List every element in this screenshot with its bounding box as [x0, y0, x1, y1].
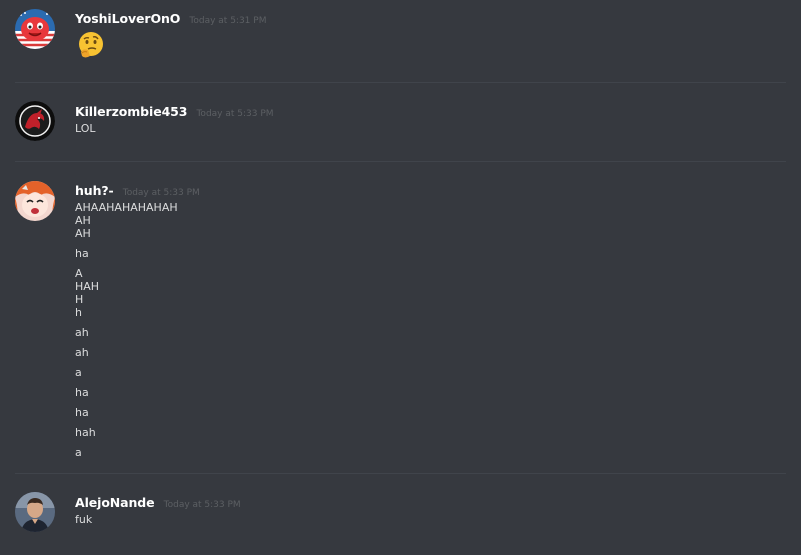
chat-messages-pane: YoshiLoverOnO Today at 5:31 PM Killerzom…: [0, 0, 801, 555]
red-blob-avatar-icon[interactable]: [15, 9, 55, 49]
message-header: huh?- Today at 5:33 PM: [75, 182, 200, 201]
message-header: YoshiLoverOnO Today at 5:31 PM: [75, 10, 266, 29]
message-line: ah: [75, 326, 89, 339]
message-line: a: [75, 366, 82, 379]
message-line: h: [75, 306, 82, 319]
message-line: ha: [75, 406, 89, 419]
message-line: LOL: [75, 122, 96, 135]
message-divider: [15, 161, 786, 162]
anime-girl-avatar-icon[interactable]: [15, 181, 55, 221]
thinking-face-emoji-icon: [76, 30, 106, 60]
message-line: AH: [75, 214, 91, 227]
person-photo-avatar-icon[interactable]: [15, 492, 55, 532]
message-line: ha: [75, 247, 89, 260]
message-line: a: [75, 446, 82, 459]
message-line: H: [75, 293, 84, 306]
message-divider: [15, 473, 786, 474]
message-content: AHAAHAHAHAHAH AH AH ha A HAH H h ah ah a…: [75, 201, 178, 459]
message-line: ah: [75, 346, 89, 359]
message-header: Killerzombie453 Today at 5:33 PM: [75, 103, 274, 122]
timestamp: Today at 5:33 PM: [122, 188, 200, 198]
message-line: AHAAHAHAHAHAH: [75, 201, 178, 214]
red-dragon-avatar-icon[interactable]: [15, 101, 55, 141]
message-content: LOL: [75, 122, 96, 135]
message-content: fuk: [75, 513, 92, 526]
message-header: AlejoNande Today at 5:33 PM: [75, 494, 241, 513]
username[interactable]: AlejoNande: [75, 495, 155, 510]
username[interactable]: YoshiLoverOnO: [75, 11, 180, 26]
message-line: A: [75, 267, 83, 280]
message-line: AH: [75, 227, 91, 240]
message-line: HAH: [75, 280, 100, 293]
timestamp: Today at 5:33 PM: [163, 500, 241, 510]
username[interactable]: Killerzombie453: [75, 104, 187, 119]
message-line: ha: [75, 386, 89, 399]
message-divider: [15, 82, 786, 83]
message-line: hah: [75, 426, 96, 439]
username[interactable]: huh?-: [75, 183, 114, 198]
timestamp: Today at 5:33 PM: [196, 109, 274, 119]
message-line: fuk: [75, 513, 93, 526]
timestamp: Today at 5:31 PM: [189, 16, 267, 26]
